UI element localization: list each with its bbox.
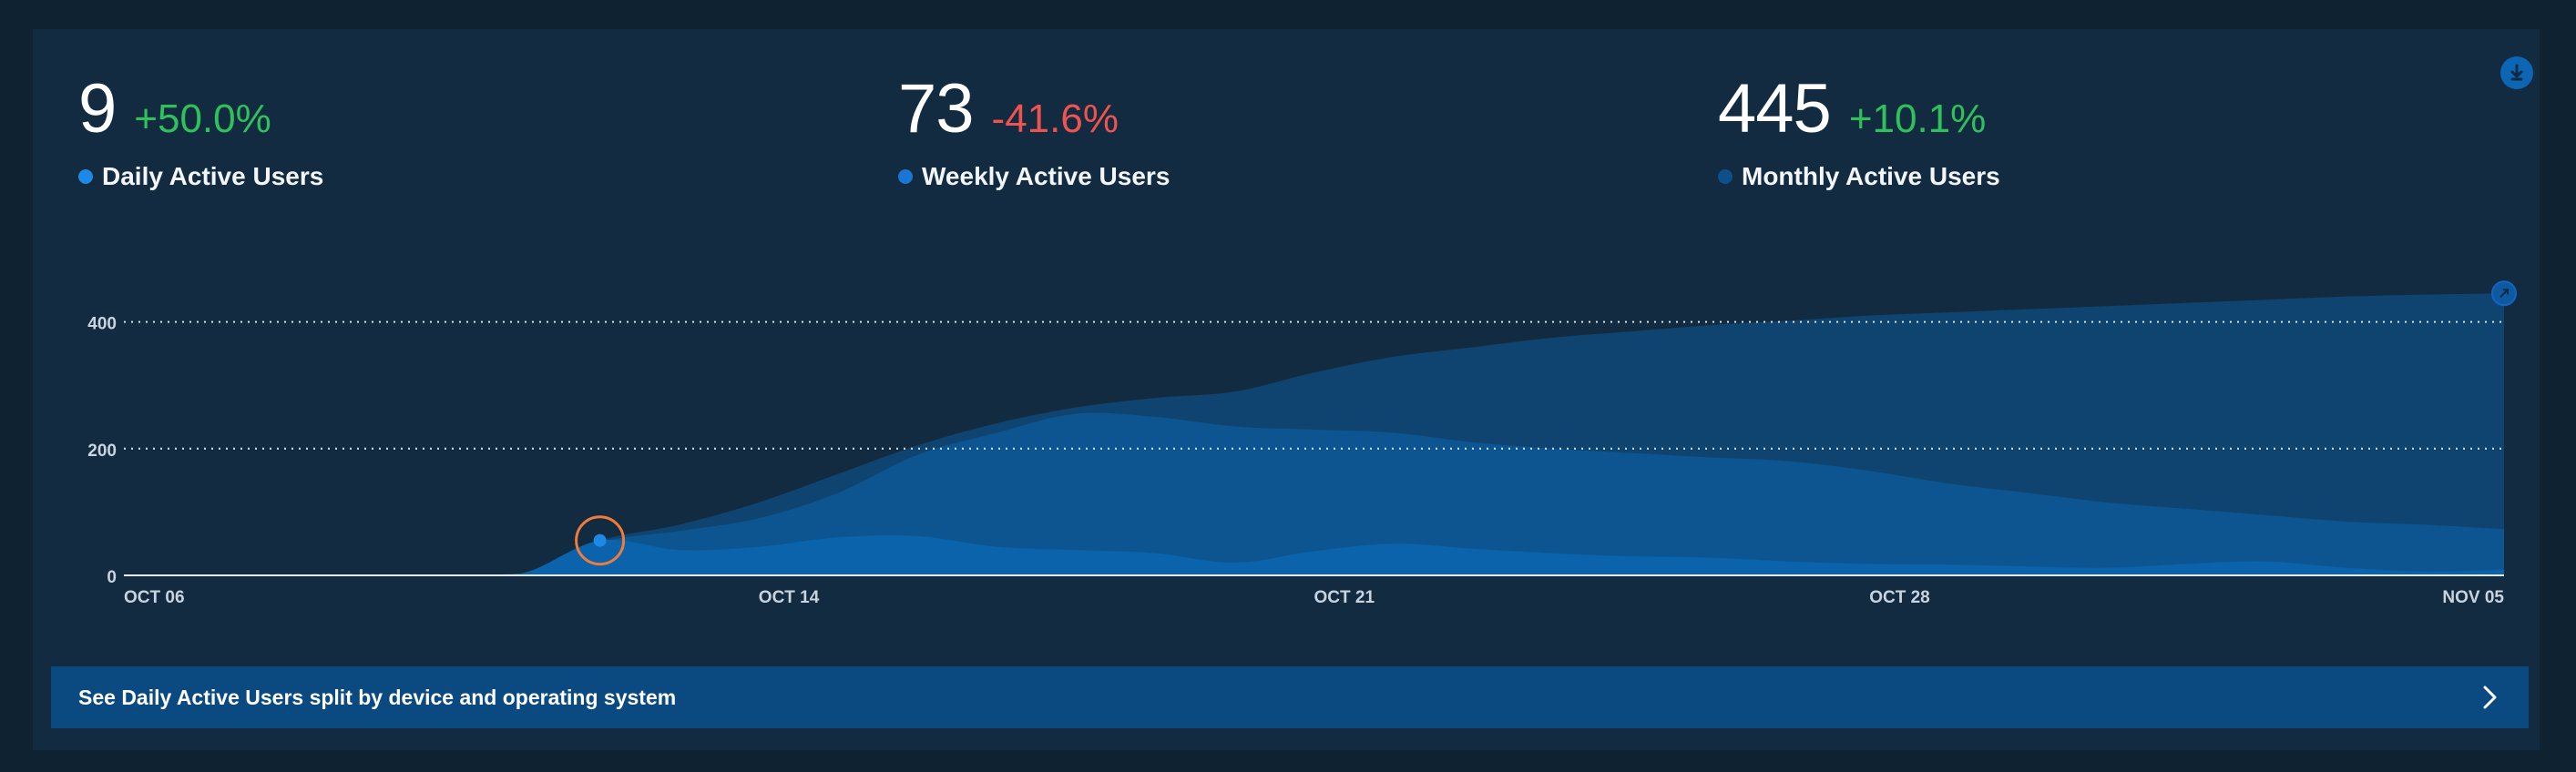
banner-text: See Daily Active Users split by device a…	[78, 685, 677, 709]
device-split-link[interactable]: See Daily Active Users split by device a…	[51, 666, 2529, 728]
x-tick-label: OCT 14	[759, 588, 820, 607]
y-tick-label: 0	[107, 568, 117, 587]
y-tick-label: 400	[87, 315, 117, 334]
highlight-point	[593, 533, 607, 547]
x-tick-label: OCT 06	[124, 588, 185, 607]
active-users-chart: 0 200 400 OCT 06 OCT 14 OCT 21 OCT 28 NOV 05	[87, 280, 2517, 607]
active-users-panel: 9 +50.0% Daily Active Users 73 -41.6% We…	[33, 29, 2540, 750]
x-tick-label: OCT 21	[1314, 588, 1375, 607]
x-tick-label: OCT 28	[1869, 588, 1930, 607]
chevron-right-icon	[2483, 686, 2497, 709]
y-tick-label: 200	[87, 442, 117, 461]
x-tick-label: NOV 05	[2442, 588, 2504, 607]
